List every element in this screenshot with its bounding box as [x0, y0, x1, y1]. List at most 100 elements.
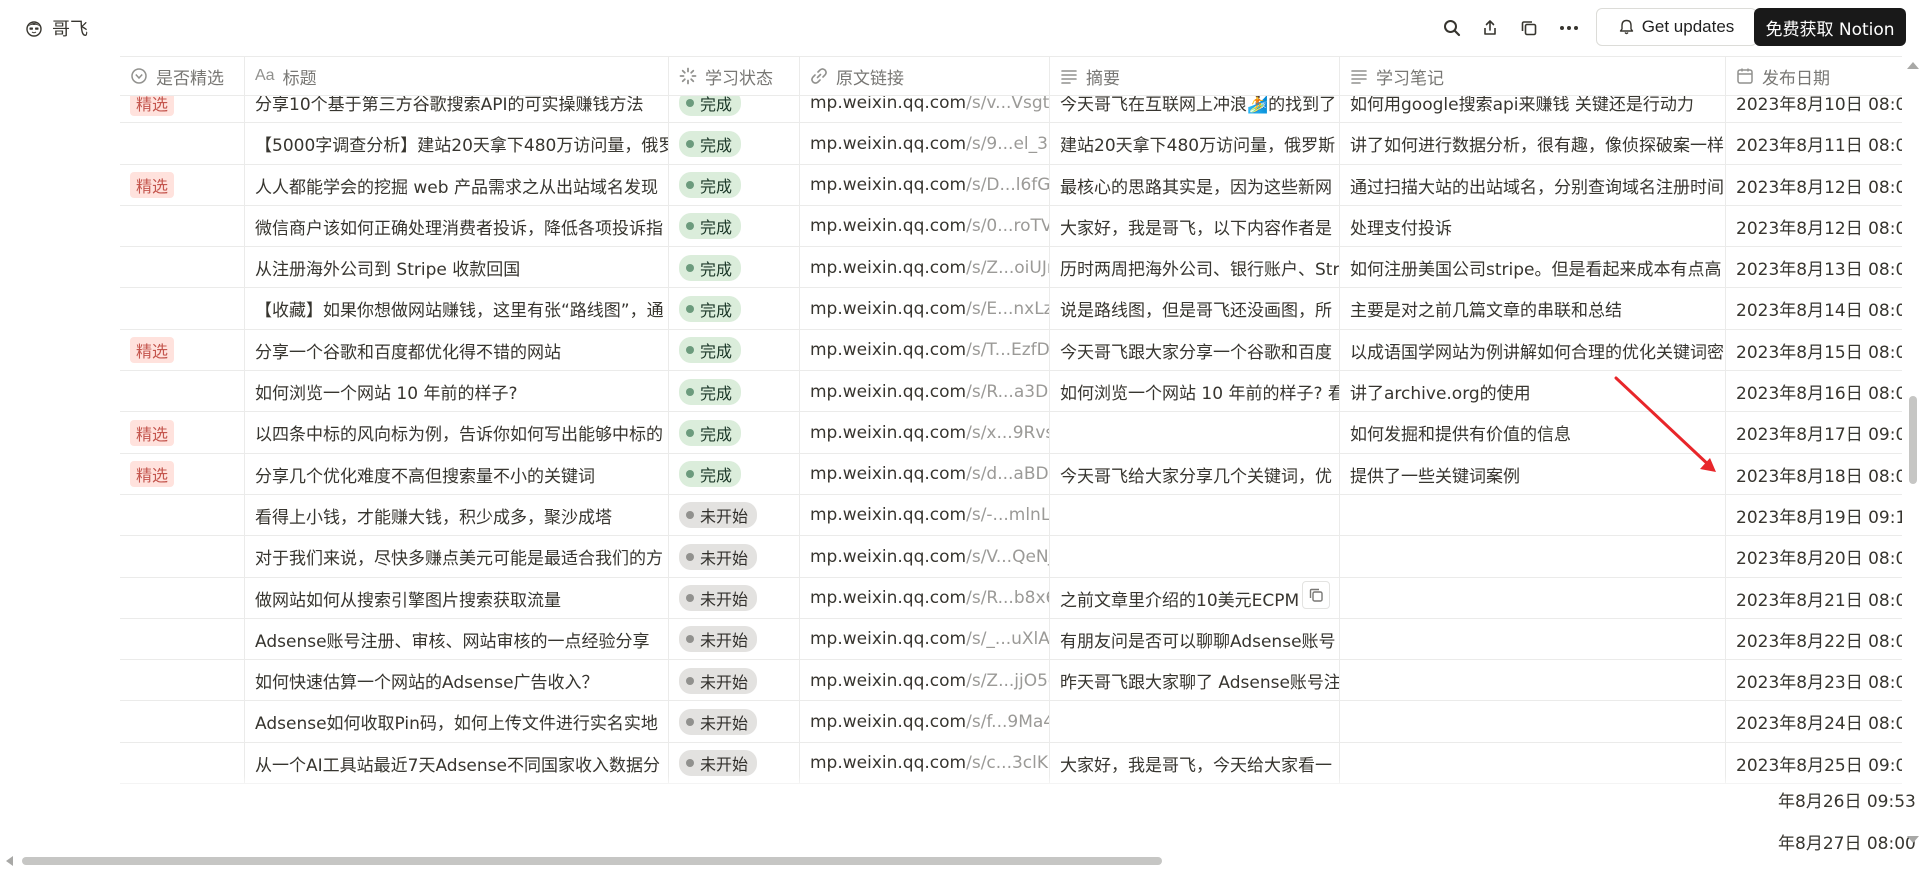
- link-host[interactable]: mp.weixin.qq.com: [810, 382, 966, 402]
- duplicate-button[interactable]: [1513, 12, 1545, 44]
- table-row[interactable]: 【收藏】如果你想做网站赚钱，这里有张“路线图”，通 完成 mp.weixin.qq.…: [120, 288, 1902, 330]
- cell-notes[interactable]: [1340, 577, 1726, 619]
- link-path[interactable]: /s/_...uXlAtw: [966, 629, 1049, 649]
- link-path[interactable]: /s/d...aBDp8A: [966, 464, 1049, 484]
- table-row[interactable]: 看得上小钱，才能赚大钱，积少成多，聚沙成塔 未开始 mp.weixin.qq.com…: [120, 494, 1902, 537]
- cell-notes[interactable]: [1340, 701, 1726, 743]
- get-updates-button[interactable]: Get updates: [1596, 8, 1757, 46]
- cell-summary[interactable]: [1050, 494, 1340, 536]
- cell-status[interactable]: 完成: [669, 371, 800, 413]
- cell-status[interactable]: 未开始: [669, 618, 800, 660]
- link-host[interactable]: mp.weixin.qq.com: [810, 629, 966, 649]
- link-host[interactable]: mp.weixin.qq.com: [810, 175, 966, 195]
- link-path[interactable]: /s/Z...jjO5gw: [966, 671, 1049, 691]
- search-button[interactable]: [1436, 12, 1468, 44]
- cell-title[interactable]: Adsense如何收取Pin码，如何上传文件进行实名实地: [245, 701, 669, 743]
- table-row[interactable]: 对于我们来说，尽快多赚点美元可能是最适合我们的方 未开始 mp.weixin.qq.…: [120, 536, 1902, 578]
- cell-summary[interactable]: 大家好，我是哥飞，以下内容作者是: [1050, 205, 1340, 247]
- cell-title[interactable]: 微信商户该如何正确处理消费者投诉，降低各项投诉指: [245, 205, 669, 247]
- cell-featured[interactable]: [120, 371, 245, 413]
- cell-date[interactable]: 2023年8月15日 08:00: [1726, 330, 1902, 371]
- cell-status[interactable]: 完成: [669, 205, 800, 247]
- cell-notes[interactable]: [1340, 536, 1726, 578]
- cell-status[interactable]: 未开始: [669, 577, 800, 619]
- cell-summary[interactable]: 今天哥飞给大家分享几个关键词，优: [1050, 453, 1340, 495]
- cell-title[interactable]: 对于我们来说，尽快多赚点美元可能是最适合我们的方: [245, 536, 669, 578]
- vertical-scrollbar[interactable]: [1909, 396, 1917, 484]
- column-header-date[interactable]: 发布日期: [1726, 57, 1902, 95]
- cell-featured[interactable]: 精选: [120, 164, 245, 206]
- cell-date[interactable]: 2023年8月20日 08:00: [1726, 536, 1902, 577]
- cell-link[interactable]: mp.weixin.qq.com/s/Z...oiUJmw: [800, 247, 1050, 289]
- cell-featured[interactable]: [120, 288, 245, 330]
- cell-summary[interactable]: 最核心的思路其实是，因为这些新网: [1050, 164, 1340, 206]
- cell-featured[interactable]: 精选: [120, 329, 245, 371]
- cell-notes[interactable]: 如何注册美国公司stripe。但是看起来成本有点高: [1340, 247, 1726, 289]
- cell-status[interactable]: 完成: [669, 123, 800, 165]
- cell-status[interactable]: 完成: [669, 453, 800, 495]
- cell-summary[interactable]: 有朋友问是否可以聊聊Adsense账号: [1050, 618, 1340, 660]
- link-host[interactable]: mp.weixin.qq.com: [810, 547, 966, 567]
- cell-featured[interactable]: [120, 577, 245, 619]
- cell-status[interactable]: 未开始: [669, 701, 800, 743]
- cell-status[interactable]: 未开始: [669, 660, 800, 702]
- scroll-up-arrow-icon[interactable]: [1907, 62, 1919, 69]
- cell-featured[interactable]: 精选: [120, 453, 245, 495]
- cell-status[interactable]: 完成: [669, 247, 800, 289]
- cell-summary[interactable]: [1050, 701, 1340, 743]
- column-header-title[interactable]: Aa 标题: [245, 57, 669, 95]
- cell-link[interactable]: mp.weixin.qq.com/s/Z...jjO5gw: [800, 660, 1050, 702]
- share-button[interactable]: [1474, 12, 1506, 44]
- cell-link[interactable]: mp.weixin.qq.com/s/R...a3DdDw: [800, 371, 1050, 413]
- cell-title[interactable]: 分享一个谷歌和百度都优化得不错的网站: [245, 329, 669, 371]
- cell-notes[interactable]: 以成语国学网站为例讲解如何合理的优化关键词密: [1340, 329, 1726, 371]
- link-host[interactable]: mp.weixin.qq.com: [810, 671, 966, 691]
- link-path[interactable]: /s/V...QeNJM: [966, 547, 1049, 567]
- cell-status[interactable]: 完成: [669, 164, 800, 206]
- link-host[interactable]: mp.weixin.qq.com: [810, 423, 966, 443]
- link-host[interactable]: mp.weixin.qq.com: [810, 340, 966, 360]
- cell-summary[interactable]: 历时两周把海外公司、银行账户、Str: [1050, 247, 1340, 289]
- link-path[interactable]: /s/D...l6fGxQ: [966, 175, 1049, 195]
- cell-link[interactable]: mp.weixin.qq.com/s/E...nxLz-Q: [800, 288, 1050, 330]
- cell-date[interactable]: 2023年8月24日 08:00: [1726, 701, 1902, 742]
- cell-date[interactable]: 2023年8月12日 08:00: [1726, 206, 1902, 247]
- cell-title[interactable]: 从注册海外公司到 Stripe 收款回国: [245, 247, 669, 289]
- cell-notes[interactable]: [1340, 618, 1726, 660]
- link-host[interactable]: mp.weixin.qq.com: [810, 299, 966, 319]
- cell-link[interactable]: mp.weixin.qq.com/s/0...roTVYC: [800, 205, 1050, 247]
- column-header-featured[interactable]: 是否精选: [120, 57, 245, 95]
- cell-summary[interactable]: 今天哥飞跟大家分享一个谷歌和百度: [1050, 329, 1340, 371]
- cell-date[interactable]: 2023年8月19日 09:14: [1726, 495, 1902, 536]
- cell-summary[interactable]: 如何浏览一个网站 10 年前的样子? 看: [1050, 371, 1340, 413]
- cell-title[interactable]: 【收藏】如果你想做网站赚钱，这里有张“路线图”，通: [245, 288, 669, 330]
- cell-title[interactable]: 【5000字调查分析】建站20天拿下480万访问量，俄罗: [245, 123, 669, 165]
- column-header-summary[interactable]: 摘要: [1050, 57, 1340, 95]
- table-row[interactable]: 【5000字调查分析】建站20天拿下480万访问量，俄罗 完成 mp.weixin.…: [120, 123, 1902, 165]
- link-host[interactable]: mp.weixin.qq.com: [810, 216, 966, 236]
- scroll-left-arrow-icon[interactable]: [6, 856, 13, 866]
- cell-link[interactable]: mp.weixin.qq.com/s/9...el_3Lg: [800, 123, 1050, 165]
- table-row[interactable]: 精选 分享一个谷歌和百度都优化得不错的网站 完成 mp.weixin.qq.com/s…: [120, 329, 1902, 372]
- cell-date[interactable]: 2023年8月22日 08:00: [1726, 619, 1902, 660]
- cell-link[interactable]: mp.weixin.qq.com/s/_...uXlAtw: [800, 618, 1050, 660]
- cell-title[interactable]: 如何快速估算一个网站的Adsense广告收入？: [245, 660, 669, 702]
- link-path[interactable]: /s/R...b8x6Hv: [966, 588, 1049, 608]
- horizontal-scrollbar[interactable]: [22, 857, 1162, 865]
- table-row[interactable]: 如何快速估算一个网站的Adsense广告收入？ 未开始 mp.weixin.qq.c…: [120, 660, 1902, 702]
- cell-featured[interactable]: [120, 660, 245, 702]
- cell-summary[interactable]: [1050, 412, 1340, 454]
- cell-title[interactable]: Adsense账号注册、审核、网站审核的一点经验分享: [245, 618, 669, 660]
- cell-title[interactable]: 做网站如何从搜索引擎图片搜索获取流量: [245, 577, 669, 619]
- cell-status[interactable]: 未开始: [669, 536, 800, 578]
- cell-title[interactable]: 以四条中标的风向标为例，告诉你如何写出能够中标的: [245, 412, 669, 454]
- cell-status[interactable]: 完成: [669, 412, 800, 454]
- cell-notes[interactable]: 处理支付投诉: [1340, 205, 1726, 247]
- cell-date[interactable]: 2023年8月16日 08:00: [1726, 371, 1902, 412]
- cell-summary[interactable]: 昨天哥飞跟大家聊了 Adsense账号注: [1050, 660, 1340, 702]
- cell-title[interactable]: 看得上小钱，才能赚大钱，积少成多，聚沙成塔: [245, 494, 669, 536]
- cell-status[interactable]: 完成: [669, 329, 800, 371]
- cell-summary[interactable]: 说是路线图，但是哥飞还没画图，所: [1050, 288, 1340, 330]
- link-path[interactable]: /s/R...a3DdDw: [966, 382, 1049, 402]
- link-path[interactable]: /s/9...el_3Lg: [966, 134, 1049, 154]
